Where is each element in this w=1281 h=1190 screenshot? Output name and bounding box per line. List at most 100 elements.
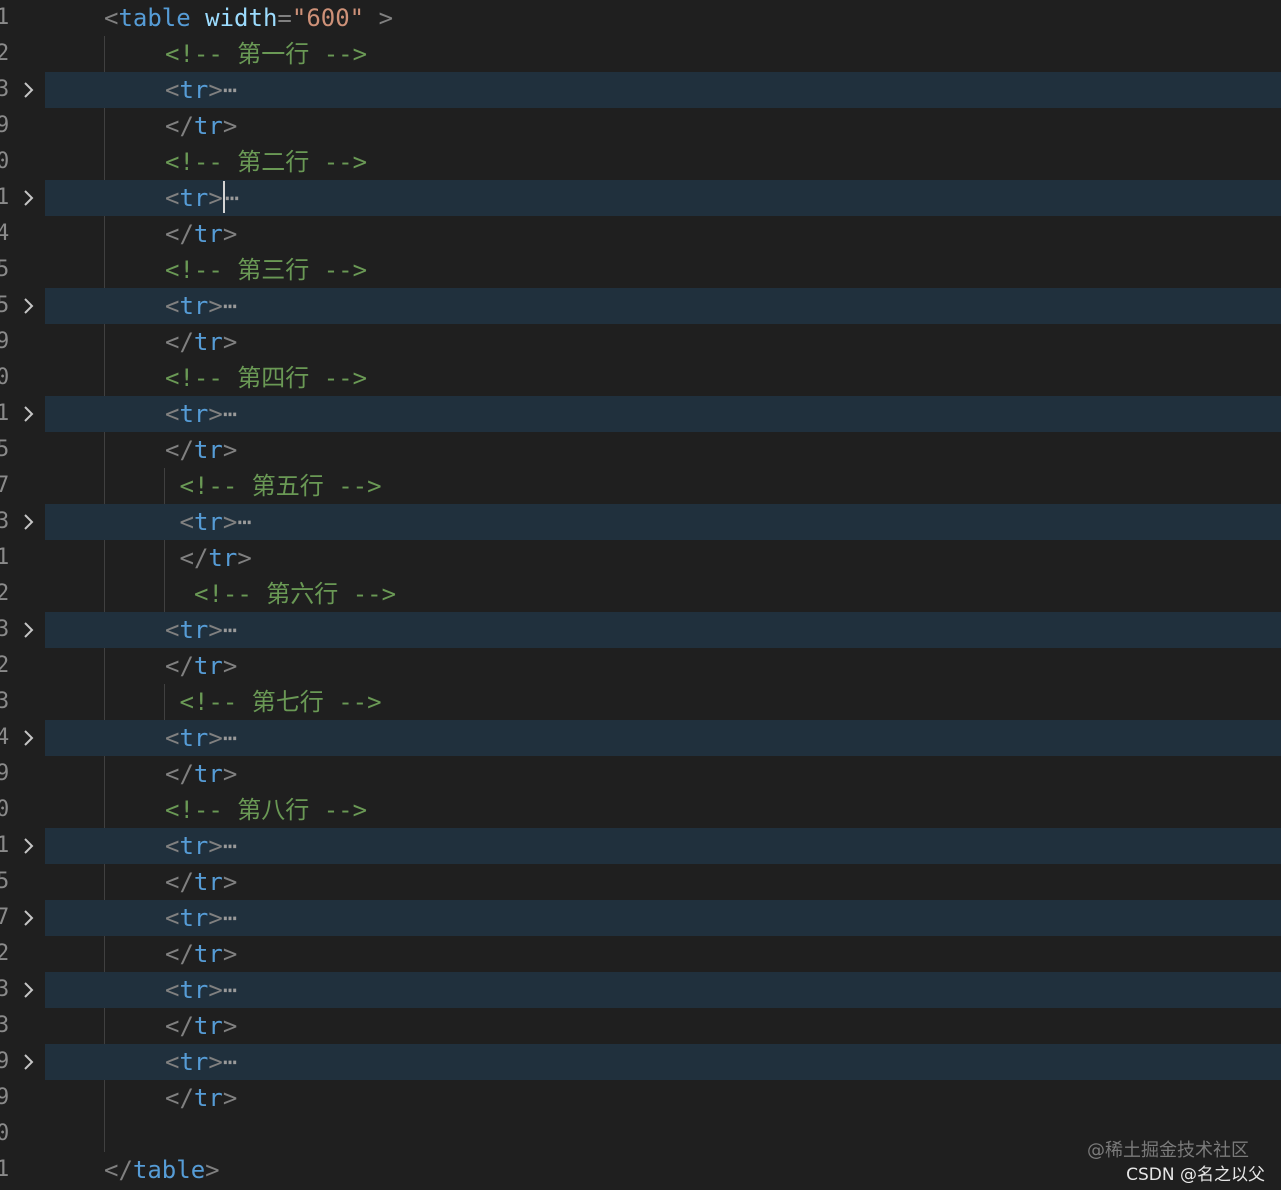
line-code[interactable]: <!-- 第三行 -->: [165, 252, 367, 288]
tag-bracket: </: [165, 220, 194, 248]
folded-ellipsis[interactable]: ⋯: [223, 616, 237, 644]
folded-ellipsis[interactable]: ⋯: [225, 184, 239, 212]
line-code[interactable]: </tr>: [165, 1080, 237, 1116]
tag-bracket: </: [165, 940, 194, 968]
folded-ellipsis[interactable]: ⋯: [223, 400, 237, 428]
line-code[interactable]: <tr>⋯: [165, 180, 239, 216]
line-code[interactable]: <tr>⋯: [165, 1044, 237, 1080]
chevron-right-icon[interactable]: [18, 76, 40, 104]
code-line[interactable]: 3 </tr>: [0, 1008, 1281, 1044]
folded-ellipsis[interactable]: ⋯: [223, 724, 237, 752]
line-code[interactable]: </tr>: [165, 864, 237, 900]
line-code[interactable]: <!-- 第一行 -->: [165, 36, 367, 72]
tag-name: tr: [179, 292, 209, 320]
code-line[interactable]: 2 <!-- 第一行 -->: [0, 36, 1281, 72]
chevron-right-icon[interactable]: [18, 184, 40, 212]
line-code[interactable]: </tr>: [165, 756, 237, 792]
line-code[interactable]: <tr>⋯: [165, 828, 237, 864]
tag-name: tr: [179, 184, 209, 212]
line-code[interactable]: </tr>: [165, 108, 237, 144]
line-code[interactable]: <tr>⋯: [165, 900, 237, 936]
line-code[interactable]: </tr>: [180, 540, 252, 576]
folded-ellipsis[interactable]: ⋯: [223, 976, 237, 1004]
chevron-right-icon[interactable]: [18, 724, 40, 752]
line-code[interactable]: </table>: [104, 1152, 220, 1188]
line-code[interactable]: <table width="600" >: [104, 0, 393, 36]
attribute-value: 600: [306, 4, 350, 32]
chevron-right-icon[interactable]: [18, 400, 40, 428]
code-line[interactable]: 4 </tr>: [0, 216, 1281, 252]
code-line[interactable]: 2 <!-- 第六行 -->: [0, 576, 1281, 612]
tag-name: tr: [179, 400, 209, 428]
tag-name: tr: [193, 652, 223, 680]
code-line[interactable]: 7 <tr>⋯: [0, 900, 1281, 936]
code-line[interactable]: 3 <tr>⋯: [0, 504, 1281, 540]
folded-ellipsis[interactable]: ⋯: [237, 508, 251, 536]
chevron-right-icon[interactable]: [18, 832, 40, 860]
html-comment: <!-- 第三行 -->: [165, 256, 368, 284]
line-code[interactable]: <tr>⋯: [165, 396, 237, 432]
line-code[interactable]: </tr>: [165, 216, 237, 252]
code-line[interactable]: 5 <!-- 第三行 -->: [0, 252, 1281, 288]
line-code[interactable]: <!-- 第四行 -->: [165, 360, 367, 396]
code-line[interactable]: 3 <tr>⋯: [0, 72, 1281, 108]
code-line[interactable]: 9 </tr>: [0, 108, 1281, 144]
line-code[interactable]: </tr>: [165, 432, 237, 468]
code-line[interactable]: 1 <tr>⋯: [0, 180, 1281, 216]
folded-ellipsis[interactable]: ⋯: [223, 1048, 237, 1076]
line-code[interactable]: <!-- 第八行 -->: [165, 792, 367, 828]
line-code[interactable]: <!-- 第五行 -->: [180, 468, 382, 504]
code-line[interactable]: 7 <!-- 第五行 -->: [0, 468, 1281, 504]
code-line[interactable]: 1 </tr>: [0, 540, 1281, 576]
code-line[interactable]: 1 <tr>⋯: [0, 828, 1281, 864]
line-code[interactable]: <tr>⋯: [165, 72, 237, 108]
code-line[interactable]: 0 <!-- 第二行 -->: [0, 144, 1281, 180]
code-line[interactable]: 4 <tr>⋯: [0, 720, 1281, 756]
tag-bracket: </: [104, 1156, 133, 1184]
chevron-right-icon[interactable]: [18, 976, 40, 1004]
code-line[interactable]: 3 <!-- 第七行 -->: [0, 684, 1281, 720]
code-line[interactable]: 2 </tr>: [0, 936, 1281, 972]
code-line[interactable]: 1 <tr>⋯: [0, 396, 1281, 432]
folded-ellipsis[interactable]: ⋯: [223, 904, 237, 932]
tag-bracket: >: [208, 1048, 223, 1076]
chevron-right-icon[interactable]: [18, 904, 40, 932]
line-code[interactable]: <tr>⋯: [165, 288, 237, 324]
code-line[interactable]: 5 </tr>: [0, 864, 1281, 900]
code-line[interactable]: 9 </tr>: [0, 756, 1281, 792]
line-code[interactable]: </tr>: [165, 936, 237, 972]
line-code[interactable]: <tr>⋯: [165, 972, 237, 1008]
chevron-right-icon[interactable]: [18, 616, 40, 644]
code-line[interactable]: 9 <tr>⋯: [0, 1044, 1281, 1080]
code-line[interactable]: 5 </tr>: [0, 432, 1281, 468]
code-line[interactable]: 3 <tr>⋯: [0, 612, 1281, 648]
code-line[interactable]: 1 <table width="600" >: [0, 0, 1281, 36]
code-editor[interactable]: 1 <table width="600" >2 <!-- 第一行 --> 3 <tr>⋯…: [0, 0, 1281, 1190]
line-code[interactable]: <tr>⋯: [165, 612, 237, 648]
folded-ellipsis[interactable]: ⋯: [223, 832, 237, 860]
line-code[interactable]: <!-- 第二行 -->: [165, 144, 367, 180]
folded-ellipsis[interactable]: ⋯: [223, 76, 237, 104]
code-line[interactable]: 5 <tr>⋯: [0, 288, 1281, 324]
code-line[interactable]: 0 <!-- 第四行 -->: [0, 360, 1281, 396]
tag-bracket: </: [165, 1084, 194, 1112]
tag-bracket: >: [364, 4, 394, 32]
line-number: 3: [0, 977, 10, 1002]
line-code[interactable]: </tr>: [165, 1008, 237, 1044]
line-code[interactable]: <!-- 第七行 -->: [180, 684, 382, 720]
chevron-right-icon[interactable]: [18, 292, 40, 320]
line-code[interactable]: <tr>⋯: [180, 504, 252, 540]
tag-bracket: >: [222, 328, 238, 356]
code-line[interactable]: 0 <!-- 第八行 -->: [0, 792, 1281, 828]
line-code[interactable]: </tr>: [165, 648, 237, 684]
line-code[interactable]: <!-- 第六行 -->: [194, 576, 396, 612]
line-code[interactable]: <tr>⋯: [165, 720, 237, 756]
code-line[interactable]: 9 </tr>: [0, 324, 1281, 360]
line-code[interactable]: </tr>: [165, 324, 237, 360]
chevron-right-icon[interactable]: [18, 1048, 40, 1076]
folded-ellipsis[interactable]: ⋯: [223, 292, 237, 320]
chevron-right-icon[interactable]: [18, 508, 40, 536]
code-line[interactable]: 2 </tr>: [0, 648, 1281, 684]
code-line[interactable]: 9 </tr>: [0, 1080, 1281, 1116]
code-line[interactable]: 3 <tr>⋯: [0, 972, 1281, 1008]
